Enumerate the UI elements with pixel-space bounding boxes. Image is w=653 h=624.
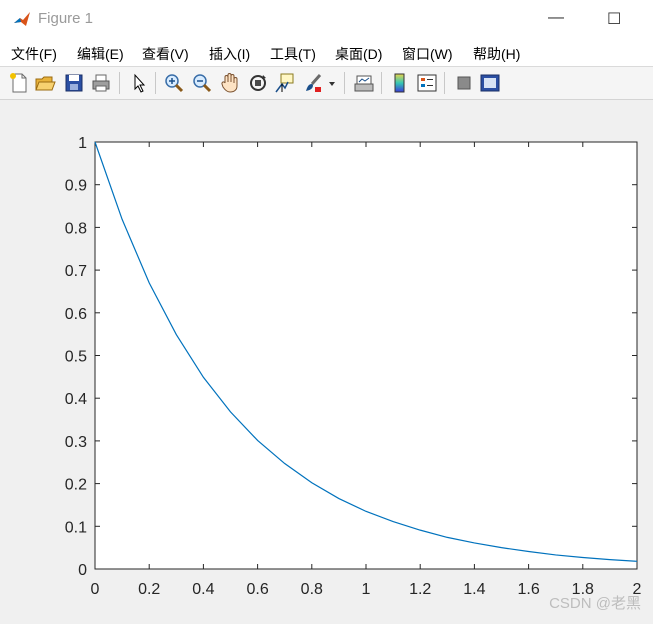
menu-file[interactable]: 文件(F) (11, 44, 57, 64)
new-figure-icon[interactable] (8, 72, 30, 94)
x-tick-label: 0.6 (246, 581, 268, 598)
pointer-icon[interactable] (128, 72, 150, 94)
x-tick-label: 1.4 (463, 581, 485, 598)
x-tick-label: 1.6 (517, 581, 539, 598)
matlab-logo-icon (12, 9, 32, 29)
minimize-button[interactable]: — (548, 9, 564, 27)
menu-help[interactable]: 帮助(H) (473, 44, 520, 64)
y-tick-label: 0.7 (65, 263, 87, 280)
x-tick-label: 0.8 (301, 581, 323, 598)
title-bar: Figure 1 — ☐ (0, 0, 653, 39)
y-tick-label: 0.6 (65, 306, 87, 323)
x-tick-label: 1.2 (409, 581, 431, 598)
y-tick-label: 0.9 (65, 178, 87, 195)
legend-icon[interactable] (416, 72, 438, 94)
colorbar-icon[interactable] (389, 72, 411, 94)
menu-insert[interactable]: 插入(I) (209, 44, 250, 64)
save-icon[interactable] (63, 72, 85, 94)
x-tick-label: 1 (362, 581, 371, 598)
toolbar-separator (444, 72, 445, 94)
y-tick-label: 0.2 (65, 477, 87, 494)
y-tick-label: 0 (78, 562, 87, 579)
print-icon[interactable] (90, 72, 112, 94)
menu-tools[interactable]: 工具(T) (270, 44, 316, 64)
brush-dropdown-icon[interactable] (327, 72, 337, 94)
x-tick-label: 0 (91, 581, 100, 598)
toolbar-separator (381, 72, 382, 94)
watermark: CSDN @老黑 (549, 592, 641, 613)
plot-axes-box (95, 142, 637, 569)
link-plot-icon[interactable] (353, 72, 375, 94)
x-tick-label: 0.2 (138, 581, 160, 598)
hide-plot-tools-icon[interactable] (453, 72, 475, 94)
toolbar-separator (119, 72, 120, 94)
toolbar-separator (155, 72, 156, 94)
rotate-3d-icon[interactable] (247, 72, 269, 94)
menu-window[interactable]: 窗口(W) (402, 44, 453, 64)
menu-desktop[interactable]: 桌面(D) (335, 44, 382, 64)
show-plot-tools-icon[interactable] (479, 72, 501, 94)
zoom-in-icon[interactable] (163, 72, 185, 94)
y-tick-label: 0.4 (65, 391, 87, 408)
menu-edit[interactable]: 编辑(E) (77, 44, 124, 64)
menu-bar: 文件(F) 编辑(E) 查看(V) 插入(I) 工具(T) 桌面(D) 窗口(W… (0, 38, 653, 67)
toolbar-separator (344, 72, 345, 94)
y-tick-label: 1 (78, 135, 87, 152)
zoom-out-icon[interactable] (191, 72, 213, 94)
brush-icon[interactable] (302, 72, 324, 94)
pan-hand-icon[interactable] (219, 72, 241, 94)
figure-canvas[interactable]: 00.20.40.60.811.21.41.61.8200.10.20.30.4… (0, 100, 653, 619)
maximize-button[interactable]: ☐ (607, 9, 621, 29)
y-tick-label: 0.3 (65, 434, 87, 451)
x-tick-label: 0.4 (192, 581, 214, 598)
y-tick-label: 0.1 (65, 519, 87, 536)
line-chart[interactable]: 00.20.40.60.811.21.41.61.8200.10.20.30.4… (0, 100, 653, 619)
y-tick-label: 0.5 (65, 349, 87, 366)
window-title: Figure 1 (38, 10, 93, 27)
y-tick-label: 0.8 (65, 220, 87, 237)
data-cursor-icon[interactable] (274, 72, 296, 94)
open-file-icon[interactable] (34, 72, 56, 94)
menu-view[interactable]: 查看(V) (142, 44, 189, 64)
toolbar (0, 67, 653, 100)
